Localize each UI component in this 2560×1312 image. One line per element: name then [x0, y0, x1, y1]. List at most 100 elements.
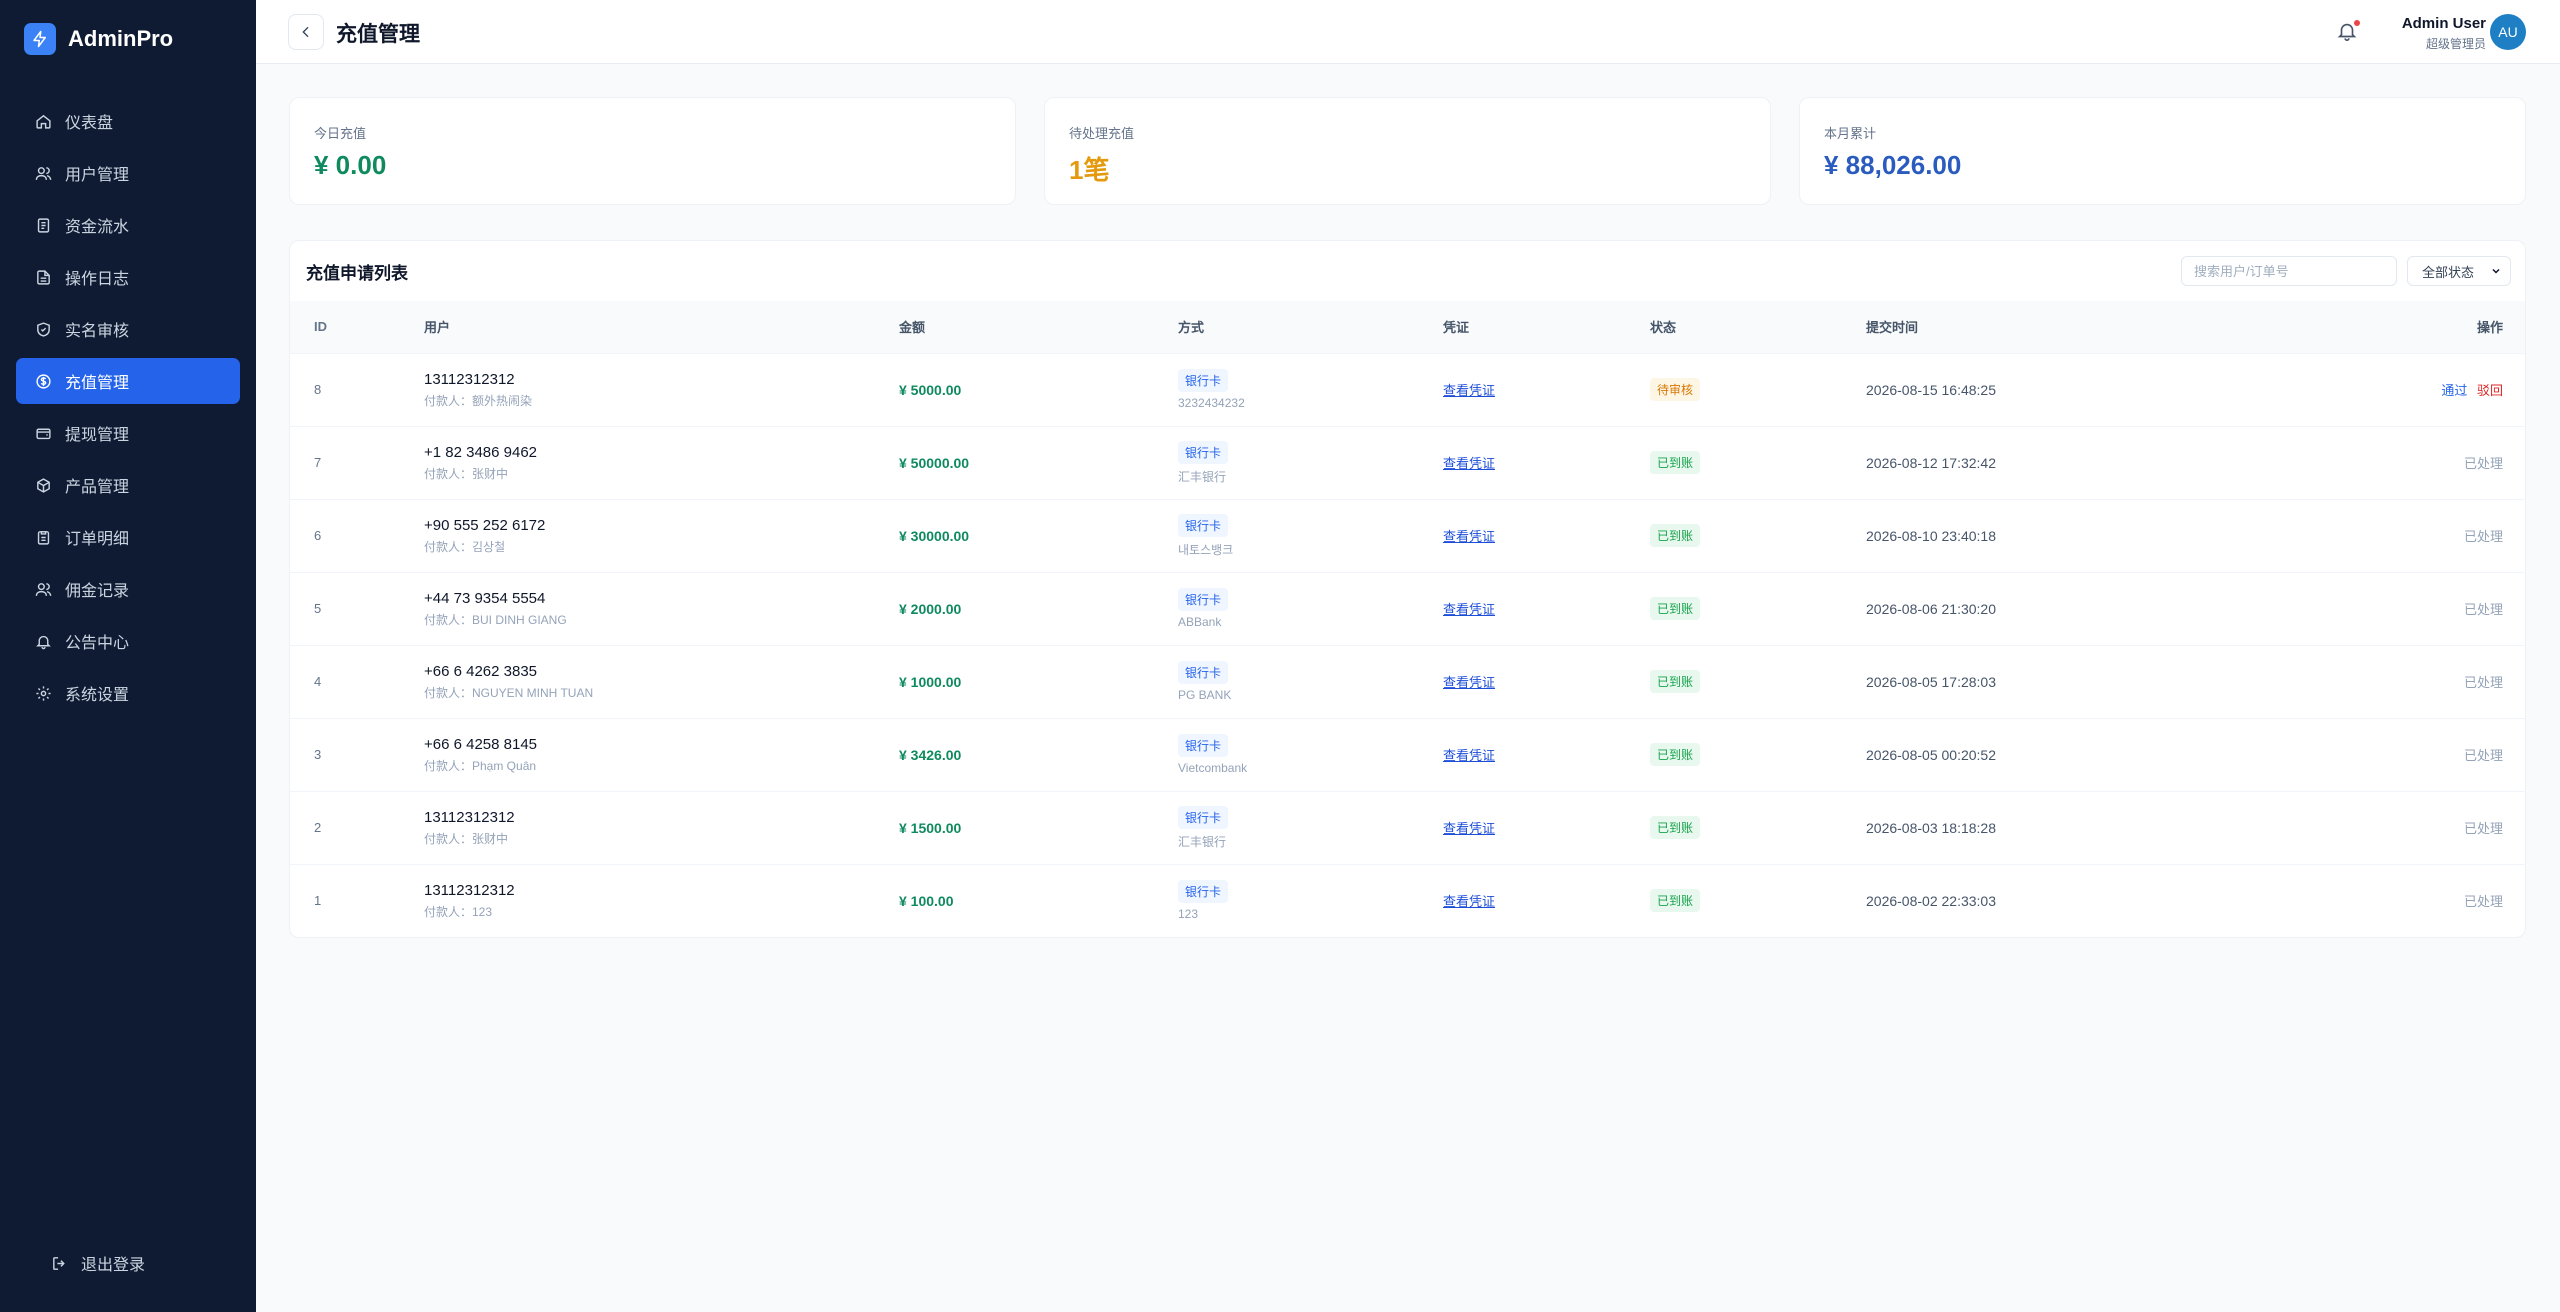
cell-method: 银行卡 Vietcombank [1178, 718, 1443, 791]
cell-id: 7 [314, 455, 322, 470]
cell-id: 8 [314, 382, 322, 397]
brand-name: AdminPro [68, 26, 174, 51]
wallet-icon [34, 424, 52, 442]
file-text-icon [34, 268, 52, 286]
cell-proof: 查看凭证 [1443, 864, 1650, 937]
brand[interactable]: AdminPro [0, 0, 256, 78]
view-proof-link[interactable]: 查看凭证 [1443, 383, 1495, 398]
cell-proof: 查看凭证 [1443, 791, 1650, 864]
dollar-circle-icon [34, 372, 52, 390]
cell-time: 2026-08-05 00:20:52 [1866, 718, 2267, 791]
view-proof-link[interactable]: 查看凭证 [1443, 821, 1495, 836]
user-phone: +1 82 3486 9462 [424, 443, 538, 461]
view-proof-link[interactable]: 查看凭证 [1443, 748, 1495, 763]
user-phone: 13112312312 [424, 370, 515, 388]
method-tag: 银行卡 [1178, 734, 1229, 757]
cell-method: 银行卡 汇丰银行 [1178, 791, 1443, 864]
sidebar-item-kyc[interactable]: 实名审核 [16, 306, 240, 352]
cell-user: 13112312312 付款人：123 [424, 864, 899, 937]
sidebar-item-logs[interactable]: 操作日志 [16, 254, 240, 300]
cell-amount: ¥ 1000.00 [899, 645, 1178, 718]
bank-name: 3232434232 [1178, 396, 1245, 410]
cell-id: 3 [314, 747, 322, 762]
cell-op: 已处理 [2267, 572, 2525, 645]
sidebar-item-label: 用户管理 [65, 167, 130, 184]
column-header-status: 状态 [1650, 320, 1677, 336]
status-filter-value: 全部状态 [2422, 264, 2475, 280]
chevron-left-icon [302, 26, 309, 38]
lightning-logo-icon [24, 23, 56, 55]
cell-proof: 查看凭证 [1443, 645, 1650, 718]
sidebar-item-users[interactable]: 用户管理 [16, 150, 240, 196]
sidebar-nav: 仪表盘 用户管理 资金流水 操作日志 实名审核 充值管理 提现管理 产品管理 订… [0, 98, 256, 716]
search-input[interactable] [2181, 256, 2397, 286]
submit-time: 2026-08-05 17:28:03 [1866, 673, 1996, 690]
stat-card-month: 本月累计 ¥ 88,026.00 [1799, 97, 2526, 205]
back-button[interactable] [288, 14, 324, 50]
cell-method: 银行卡 3232434232 [1178, 353, 1443, 426]
view-proof-link[interactable]: 查看凭证 [1443, 529, 1495, 544]
cell-method: 银行卡 123 [1178, 864, 1443, 937]
cell-status: 已到账 [1650, 718, 1866, 791]
cell-op: 已处理 [2267, 426, 2525, 499]
sidebar-item-dashboard[interactable]: 仪表盘 [16, 98, 240, 144]
stat-card-pending: 待处理充值 1笔 [1044, 97, 1771, 205]
cell-op: 已处理 [2267, 645, 2525, 718]
page-title: 充值管理 [336, 23, 420, 46]
sidebar: AdminPro 仪表盘 用户管理 资金流水 操作日志 实名审核 充值管理 提现… [0, 0, 256, 1312]
column-header-amount: 金额 [899, 320, 926, 336]
method-tag: 银行卡 [1178, 805, 1229, 829]
bank-name: 내토스뱅크 [1178, 542, 1234, 557]
status-badge: 已到账 [1650, 670, 1701, 693]
payer-name: 付款人：额外热闹染 [424, 393, 533, 408]
reject-button[interactable]: 驳回 [2477, 383, 2503, 398]
user-phone: 13112312312 [424, 808, 515, 826]
approve-button[interactable]: 通过 [2441, 383, 2467, 398]
processed-label: 已处理 [2463, 675, 2503, 690]
cell-time: 2026-08-06 21:30:20 [1866, 572, 2267, 645]
cell-amount: ¥ 50000.00 [899, 426, 1178, 499]
cell-status: 待审核 [1650, 353, 1866, 426]
cell-op: 已处理 [2267, 791, 2525, 864]
user-info[interactable]: Admin User 超级管理员 [2402, 15, 2486, 52]
logout-button[interactable]: 退出登录 [32, 1240, 224, 1286]
status-badge: 已到账 [1650, 889, 1701, 913]
cell-user: +66 6 4258 8145 付款人：Phạm Quân [424, 718, 899, 791]
sidebar-item-funds[interactable]: 资金流水 [16, 202, 240, 248]
sidebar-item-commission[interactable]: 佣金记录 [16, 566, 240, 612]
sidebar-item-products[interactable]: 产品管理 [16, 462, 240, 508]
view-proof-link[interactable]: 查看凭证 [1443, 894, 1495, 909]
view-proof-link[interactable]: 查看凭证 [1443, 456, 1495, 471]
sidebar-item-recharge[interactable]: 充值管理 [16, 358, 240, 404]
stats-row: 今日充值 ¥ 0.00 待处理充值 1笔 本月累计 ¥ 88,026.00 [289, 97, 2526, 205]
cell-status: 已到账 [1650, 864, 1866, 937]
payer-name: 付款人：张财中 [424, 831, 509, 846]
cell-user: 13112312312 付款人：额外热闹染 [424, 353, 899, 426]
submit-time: 2026-08-05 00:20:52 [1866, 746, 1996, 763]
table-row: 7 +1 82 3486 9462 付款人：张财中 ¥ 50000.00 银行卡… [290, 426, 2525, 499]
avatar[interactable]: AU [2490, 14, 2526, 50]
status-badge: 已到账 [1650, 451, 1701, 474]
cell-time: 2026-08-12 17:32:42 [1866, 426, 2267, 499]
cell-amount: ¥ 3426.00 [899, 718, 1178, 791]
table-row: 6 +90 555 252 6172 付款人：김상철 ¥ 30000.00 银行… [290, 499, 2525, 572]
submit-time: 2026-08-06 21:30:20 [1866, 600, 1996, 617]
method-tag: 银行卡 [1178, 661, 1229, 684]
sidebar-item-label: 订单明细 [65, 531, 130, 548]
sidebar-item-orders[interactable]: 订单明细 [16, 514, 240, 560]
status-filter-select[interactable]: 全部状态 [2407, 256, 2511, 286]
sidebar-item-settings[interactable]: 系统设置 [16, 670, 240, 716]
view-proof-link[interactable]: 查看凭证 [1443, 675, 1495, 690]
table-row: 1 13112312312 付款人：123 ¥ 100.00 银行卡 123 查… [290, 864, 2525, 937]
stat-value: 1笔 [1069, 155, 1110, 185]
sidebar-item-withdraw[interactable]: 提现管理 [16, 410, 240, 456]
cell-proof: 查看凭证 [1443, 572, 1650, 645]
bell-icon [34, 632, 52, 650]
submit-time: 2026-08-02 22:33:03 [1866, 892, 1996, 909]
sidebar-item-announcements[interactable]: 公告中心 [16, 618, 240, 664]
logout-label: 退出登录 [81, 1257, 146, 1274]
recharge-table: ID 用户 金额 方式 凭证 状态 提交时间 操作 8 13112312312 … [290, 301, 2525, 937]
notification-button[interactable] [2336, 20, 2360, 44]
stat-label: 今日充值 [314, 126, 367, 141]
view-proof-link[interactable]: 查看凭证 [1443, 602, 1495, 617]
